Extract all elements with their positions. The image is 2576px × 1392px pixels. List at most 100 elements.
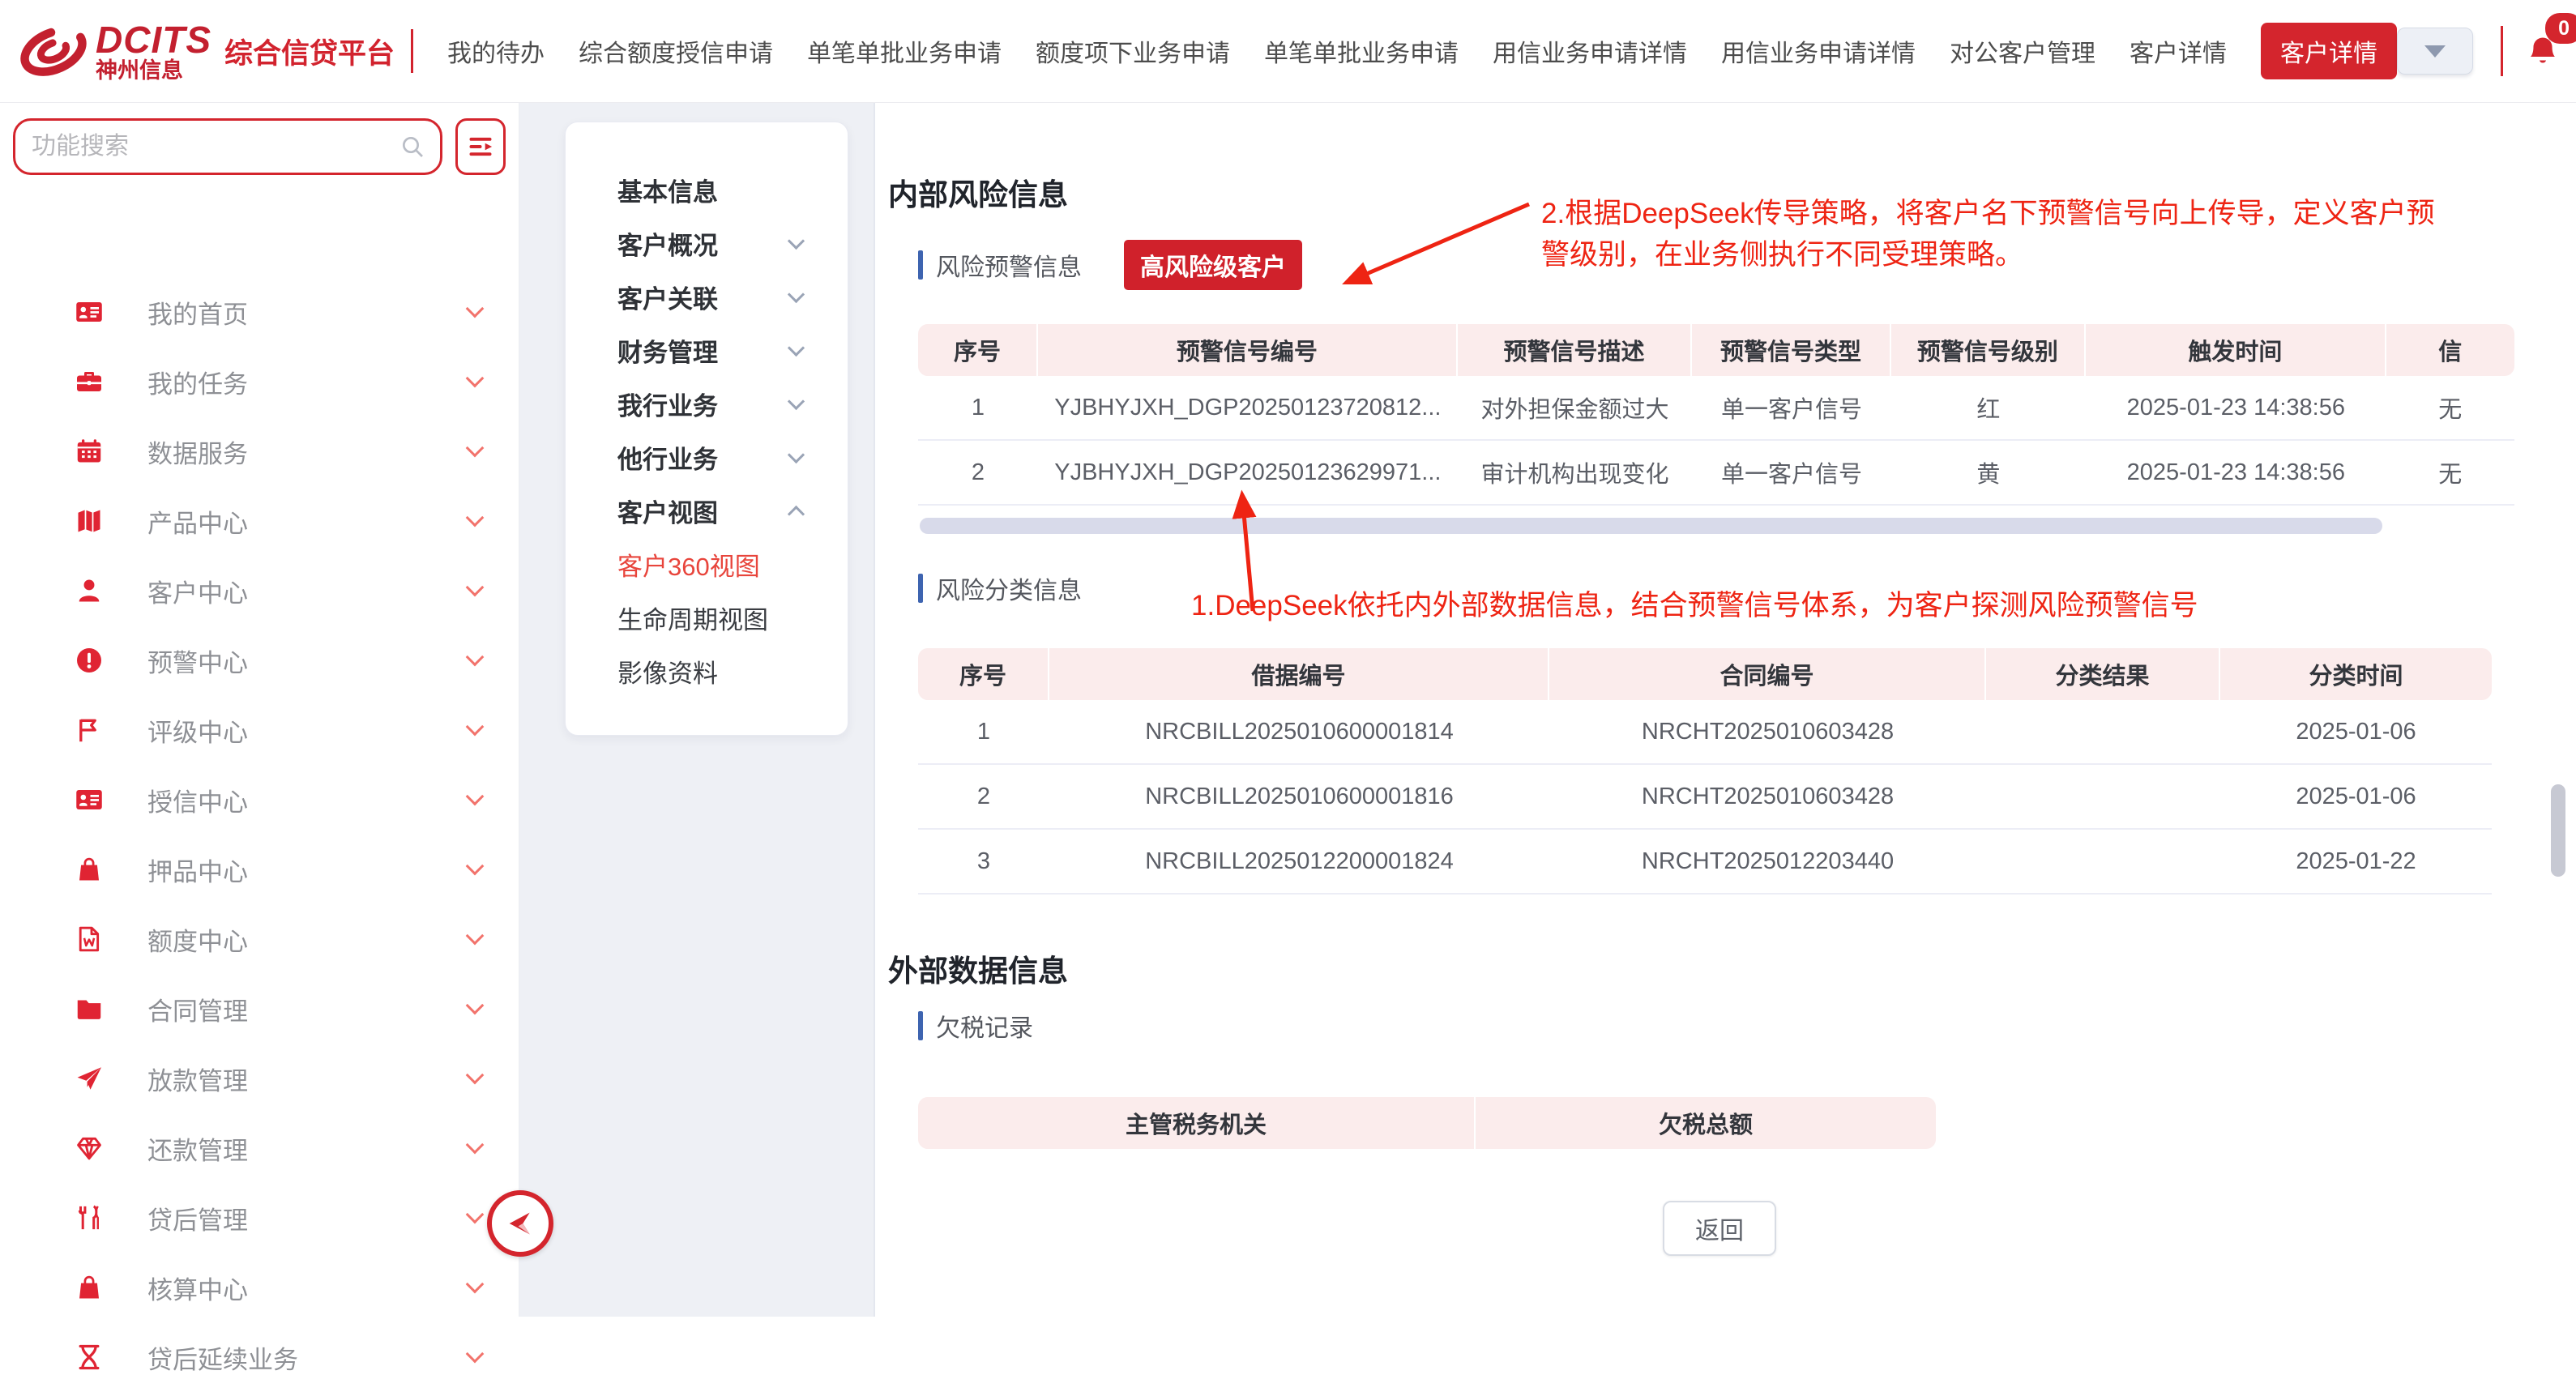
chevron-icon (788, 505, 805, 522)
table-cell: 无 (2386, 376, 2514, 441)
submenu-item-label: 他行业务 (617, 439, 718, 476)
sidebar-menu-item[interactable]: 押品中心 (0, 835, 519, 904)
chevron-icon (788, 232, 805, 249)
search-input[interactable] (30, 132, 399, 161)
sidebar-menu-item[interactable]: 放款管理 (0, 1044, 519, 1113)
chevron-down-icon (466, 718, 485, 737)
nav-tab[interactable]: 单笔单批业务申请 (807, 33, 1002, 69)
section-bar (918, 1011, 923, 1040)
column-header: 主管税务机关 (918, 1097, 1476, 1149)
sidebar-menu-item[interactable]: 还款管理 (0, 1113, 519, 1183)
sidebar-menu-item[interactable]: 合同管理 (0, 974, 519, 1044)
vertical-scrollbar[interactable] (2551, 784, 2565, 877)
nav-tab[interactable]: 额度项下业务申请 (1036, 33, 1230, 69)
header-controls: 0 (2397, 26, 2576, 76)
tabs-dropdown-button[interactable] (2397, 28, 2473, 75)
table-cell: 无 (2386, 441, 2514, 506)
nav-tab[interactable]: 单笔单批业务申请 (1264, 33, 1459, 69)
nav-tab[interactable]: 用信业务申请详情 (1493, 33, 1687, 69)
submenu-item[interactable]: 基本信息 (566, 163, 848, 216)
sidebar-menu-item[interactable]: 贷后延续业务 (0, 1322, 519, 1392)
sidebar-menu-item[interactable]: 额度中心 (0, 904, 519, 974)
table-cell: 1 (918, 700, 1049, 765)
sidebar-menu-item[interactable]: 预警中心 (0, 626, 519, 695)
sidebar-item-icon (75, 785, 104, 814)
table-row: 2YJBHYJXH_DGP20250123629971...审计机构出现变化单一… (918, 441, 2514, 506)
function-search-box (13, 118, 442, 175)
brand-logo: DCITS 神州信息 综合信贷平台 (0, 19, 413, 83)
nav-tab[interactable]: 用信业务申请详情 (1721, 33, 1916, 69)
sidebar-menu-item[interactable]: 我的首页 (0, 277, 519, 347)
table-cell: 2 (918, 441, 1038, 506)
sidebar-menu-item[interactable]: 数据服务 (0, 416, 519, 486)
horizontal-scrollbar[interactable] (920, 518, 2382, 534)
sidebar-item-icon (75, 506, 104, 536)
table-cell: 对外担保金额过大 (1458, 376, 1693, 441)
annotation-note-1: 1.DeepSeek依托内外部数据信息，结合预警信号体系，为客户探测风险预警信号 (1191, 585, 2198, 626)
sidebar-item-icon (75, 576, 104, 605)
sidebar-menu-item[interactable]: 客户中心 (0, 556, 519, 626)
chevron-down-icon (466, 788, 485, 806)
table-cell: 2025-01-23 14:38:56 (2086, 376, 2386, 441)
sidebar-item-icon (75, 994, 104, 1023)
submenu-item[interactable]: 他行业务 (566, 430, 848, 484)
table-cell: 红 (1891, 376, 2086, 441)
sidebar-item-icon (75, 924, 104, 954)
sidebar-menu-item[interactable]: 授信中心 (0, 765, 519, 835)
sidebar-item-label: 贷后管理 (147, 1200, 468, 1236)
sidebar-item-icon (75, 1343, 104, 1372)
submenu-item-label: 我行业务 (617, 386, 718, 422)
column-header: 欠税总额 (1476, 1097, 1936, 1149)
table-cell: 单一客户信号 (1692, 441, 1890, 506)
table-row: 1YJBHYJXH_DGP20250123720812...对外担保金额过大单一… (918, 376, 2514, 441)
chevron-icon (788, 285, 805, 302)
sidebar-menu-item[interactable]: 贷后管理 (0, 1183, 519, 1253)
submenu-item[interactable]: 客户视图 (566, 484, 848, 537)
nav-tab[interactable]: 对公客户管理 (1950, 33, 2095, 69)
chevron-down-icon (466, 927, 485, 946)
table-cell: NRCHT2025010603428 (1549, 700, 1986, 765)
sidebar-item-label: 合同管理 (147, 991, 468, 1027)
risk-classify-label: 风险分类信息 (936, 570, 1082, 606)
submenu-item[interactable]: 我行业务 (566, 377, 848, 430)
nav-tab[interactable]: 综合额度授信申请 (579, 33, 773, 69)
column-header: 合同编号 (1549, 648, 1986, 700)
nav-tab[interactable]: 客户详情 (2130, 33, 2227, 69)
collapse-arrow-icon (504, 1207, 536, 1240)
submenu-item[interactable]: 客户概况 (566, 216, 848, 270)
submenu-item[interactable]: 生命周期视图 (566, 591, 848, 644)
sidebar-menu-item[interactable]: 评级中心 (0, 695, 519, 765)
sidebar-menu-item[interactable]: 核算中心 (0, 1253, 519, 1322)
sidebar-item-label: 押品中心 (147, 852, 468, 888)
nav-tab-active[interactable]: 客户详情 (2261, 23, 2397, 79)
table-cell: 3 (918, 830, 1049, 895)
sidebar-collapse-button[interactable] (487, 1190, 553, 1257)
table-row: 3NRCBILL2025012200001824NRCHT20250122034… (918, 830, 2492, 895)
high-risk-customer-badge: 高风险级客户 (1124, 240, 1302, 290)
table-cell: NRCBILL2025010600001816 (1049, 765, 1549, 830)
sidebar-item-label: 放款管理 (147, 1061, 468, 1097)
table-row: 1NRCBILL2025010600001814NRCHT20250106034… (918, 700, 2492, 765)
column-header: 预警信号级别 (1891, 324, 2086, 376)
main-content: 内部风险信息 风险预警信息 高风险级客户 2.根据DeepSeek传导策略，将客… (875, 102, 2576, 1317)
section-bar (918, 574, 923, 603)
submenu-item[interactable]: 客户关联 (566, 270, 848, 323)
sidebar-item-icon (75, 1273, 104, 1302)
risk-warning-section-header: 风险预警信息 高风险级客户 (918, 240, 1302, 290)
nav-tab[interactable]: 我的待办 (447, 33, 545, 69)
sidebar-menu-item[interactable]: 我的任务 (0, 347, 519, 416)
sidebar-item-label: 产品中心 (147, 503, 468, 540)
sidebar-menu-item[interactable]: 产品中心 (0, 486, 519, 556)
submenu-item[interactable]: 影像资料 (566, 644, 848, 698)
submenu-item[interactable]: 客户360视图 (566, 537, 848, 591)
sidebar-item-label: 数据服务 (147, 433, 468, 470)
submenu-item[interactable]: 财务管理 (566, 323, 848, 377)
back-button[interactable]: 返回 (1663, 1201, 1776, 1256)
chevron-down-icon (466, 857, 485, 876)
menu-toggle-button[interactable] (455, 118, 506, 175)
annotation-arrow-2 (1333, 193, 1544, 298)
notifications-button[interactable]: 0 (2526, 34, 2560, 68)
chevron-down-icon (466, 1345, 485, 1364)
table-cell: NRCHT2025012203440 (1549, 830, 1986, 895)
sidebar-item-label: 预警中心 (147, 643, 468, 679)
